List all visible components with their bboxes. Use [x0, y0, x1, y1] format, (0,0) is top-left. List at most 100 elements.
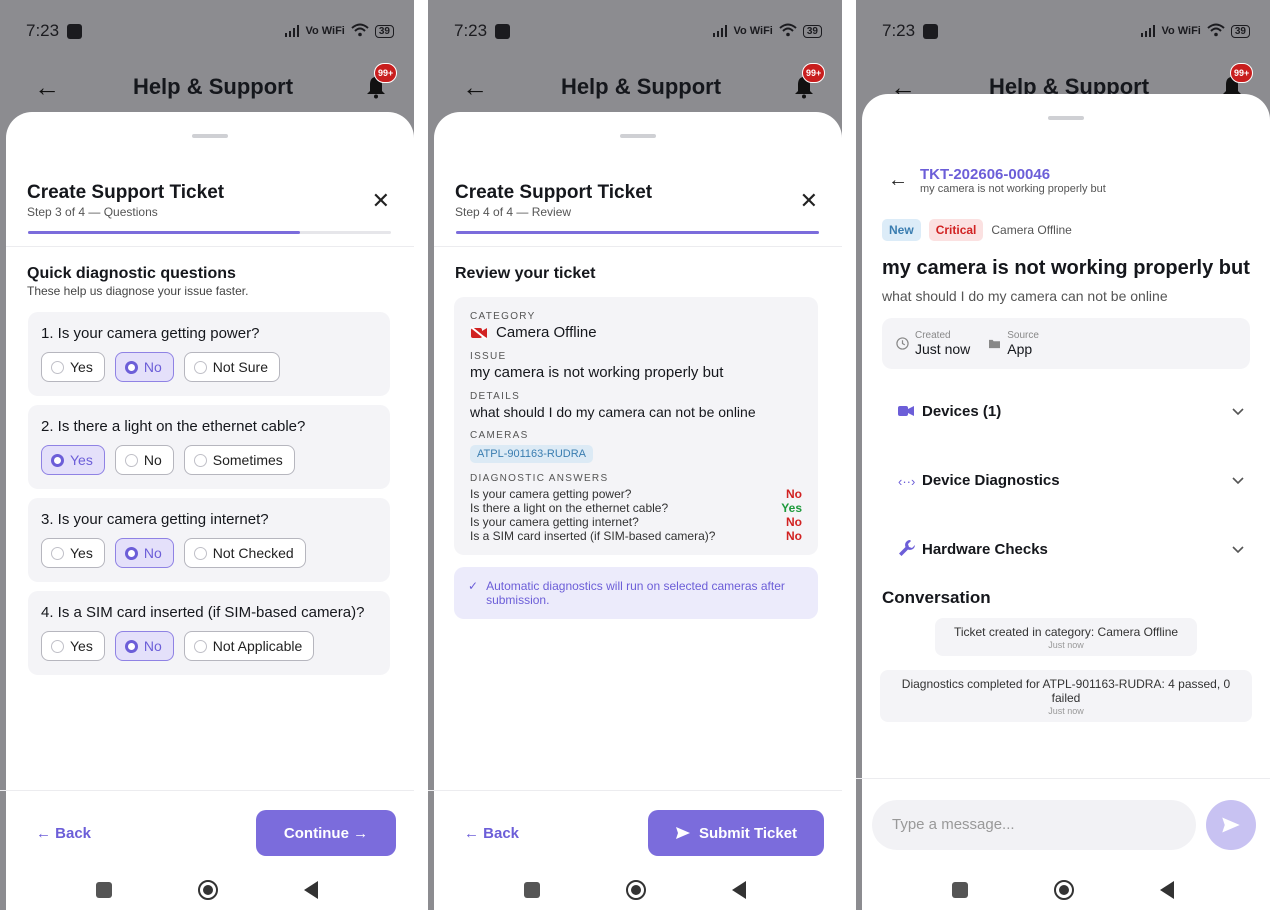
screen-review: 7:23 Vo WiFi 39 ← Help & Support 99+ Cre…: [428, 0, 842, 910]
message-composer: Type a message...: [856, 778, 1270, 870]
option-label: Sometimes: [212, 452, 283, 468]
option-label: No: [143, 545, 162, 561]
accordion-label: Device Diagnostics: [922, 472, 1060, 489]
send-button[interactable]: [1206, 799, 1256, 850]
close-icon[interactable]: ✕: [372, 188, 390, 219]
home-icon[interactable]: [626, 880, 646, 900]
status-time: 7:23: [454, 21, 488, 40]
answer-option[interactable]: Yes: [41, 352, 105, 382]
answer-options: Yes No Not Checked: [41, 538, 377, 568]
option-label: Yes: [70, 638, 93, 654]
system-message: Ticket created in category: Camera Offli…: [935, 618, 1197, 656]
answer-options: Yes No Sometimes: [41, 445, 377, 475]
answer-option[interactable]: No: [114, 631, 174, 661]
answer-value: No: [786, 487, 802, 501]
back-button[interactable]: ← Back: [36, 825, 91, 842]
recents-icon[interactable]: [96, 882, 112, 898]
chevron-down-icon: [1232, 474, 1244, 488]
back-arrow-icon[interactable]: ←: [888, 169, 908, 192]
step-indicator: Step 3 of 4 — Questions: [27, 205, 158, 219]
message-text: Ticket created in category: Camera Offli…: [953, 625, 1179, 639]
answer-option[interactable]: Not Applicable: [183, 631, 315, 661]
radio-icon: [124, 360, 138, 374]
answer-value: No: [786, 515, 802, 529]
home-icon[interactable]: [1054, 880, 1074, 900]
status-icons: Vo WiFi 39: [713, 23, 822, 40]
message-list: Ticket created in category: Camera Offli…: [862, 618, 1270, 722]
vowifi-label: Vo WiFi: [1161, 25, 1201, 37]
category-text: Camera Offline: [991, 223, 1072, 237]
created-label: Created: [915, 330, 951, 341]
answer-option[interactable]: No: [114, 445, 174, 475]
vowifi-label: Vo WiFi: [733, 25, 773, 37]
notifications-button[interactable]: 99+: [364, 63, 398, 99]
status-icons: Vo WiFi 39: [285, 23, 394, 40]
radio-icon: [51, 453, 64, 467]
back-arrow-icon[interactable]: ←: [462, 72, 502, 103]
diagnostic-answers-label: DIAGNOSTIC ANSWERS: [470, 473, 609, 484]
home-icon[interactable]: [198, 880, 218, 900]
accordion-devices[interactable]: Devices (1): [862, 377, 1270, 446]
answer-question: Is a SIM card inserted (if SIM-based cam…: [470, 529, 716, 543]
section-title: Quick diagnostic questions: [27, 265, 236, 282]
back-arrow-icon[interactable]: ←: [34, 72, 74, 103]
page-title: Help & Support: [132, 74, 294, 99]
status-icons: Vo WiFi 39: [1141, 23, 1250, 40]
code-icon: ‹··›: [898, 473, 916, 489]
battery-icon: 39: [1230, 24, 1250, 38]
submit-ticket-button[interactable]: Submit Ticket: [648, 810, 824, 856]
answer-option[interactable]: No: [114, 538, 174, 568]
answer-option[interactable]: No: [114, 352, 174, 382]
question-list: 1. Is your camera getting power? Yes No Not…: [6, 312, 414, 675]
answer-options: Yes No Not Sure: [41, 352, 377, 382]
accordion-hardware-checks[interactable]: Hardware Checks: [862, 515, 1270, 584]
message-input[interactable]: Type a message...: [872, 799, 1196, 850]
step-indicator: Step 4 of 4 — Review: [455, 205, 572, 219]
video-icon: [898, 404, 922, 420]
notifications-button[interactable]: 99+: [792, 63, 826, 99]
option-label: Yes: [70, 545, 93, 561]
info-banner: ✓ Automatic diagnostics will run on sele…: [454, 567, 818, 619]
answer-option[interactable]: Not Checked: [183, 538, 306, 568]
back-nav-icon[interactable]: [304, 881, 318, 899]
chevron-down-icon: [1232, 405, 1244, 419]
signal-icon: [713, 25, 728, 37]
answer-question: Is your camera getting internet?: [470, 515, 639, 529]
system-message: Diagnostics completed for ATPL-901163-RU…: [880, 670, 1252, 722]
recents-icon[interactable]: [952, 882, 968, 898]
message-text: Diagnostics completed for ATPL-901163-RU…: [901, 677, 1231, 705]
notification-badge: 99+: [802, 63, 826, 83]
answer-option[interactable]: Yes: [41, 631, 105, 661]
close-icon[interactable]: ✕: [800, 188, 818, 219]
accordion-label: Hardware Checks: [922, 541, 1048, 558]
diagnostic-answer-row: Is your camera getting power? No: [470, 487, 802, 501]
recents-icon[interactable]: [524, 882, 540, 898]
status-bar: 7:23 Vo WiFi 39: [428, 0, 842, 62]
option-label: Yes: [70, 359, 93, 375]
folder-icon: [989, 339, 1001, 349]
back-nav-icon[interactable]: [732, 881, 746, 899]
source-label: Source: [1007, 330, 1039, 341]
accordion-device-diagnostics[interactable]: ‹··› Device Diagnostics: [862, 446, 1270, 515]
answer-option[interactable]: Sometimes: [183, 445, 295, 475]
sheet-title: Create Support Ticket: [27, 182, 225, 203]
back-button[interactable]: ← Back: [464, 825, 519, 842]
conversation-title: Conversation: [882, 588, 991, 607]
answer-option[interactable]: Yes: [41, 538, 105, 568]
answer-options: Yes No Not Applicable: [41, 631, 377, 661]
back-nav-icon[interactable]: [1160, 881, 1174, 899]
continue-button[interactable]: Continue →: [256, 810, 396, 856]
system-nav-bar: [856, 870, 1270, 910]
answer-option[interactable]: Not Sure: [183, 352, 280, 382]
notification-badge: 99+: [374, 63, 398, 83]
wifi-icon: [1207, 23, 1225, 40]
clock-icon: [896, 337, 909, 350]
option-label: Not Sure: [212, 359, 268, 375]
answer-value: No: [786, 529, 802, 543]
wifi-icon: [351, 23, 369, 40]
review-summary: CATEGORY Camera Offline ISSUE my camera …: [454, 297, 818, 555]
info-text: Automatic diagnostics will run on select…: [486, 579, 785, 607]
category-label: CATEGORY: [470, 311, 536, 322]
answer-option[interactable]: Yes: [41, 445, 105, 475]
status-bar: 7:23 Vo WiFi 39: [856, 0, 1270, 62]
